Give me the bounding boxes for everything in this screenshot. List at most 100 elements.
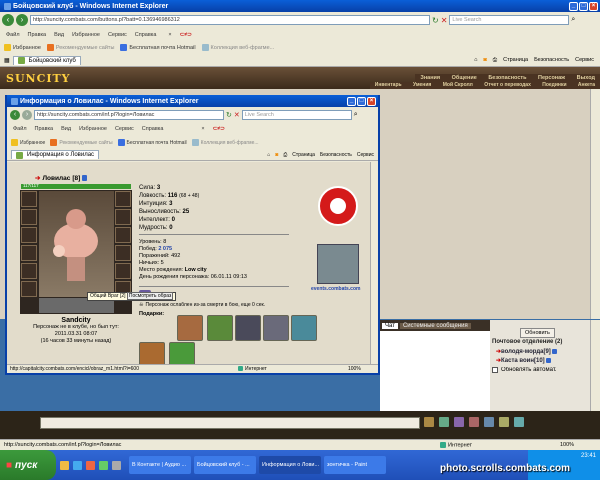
popup-zoom[interactable]: 100%: [348, 366, 378, 372]
popup-cmd-safety[interactable]: Безопасность: [320, 152, 352, 158]
gift-item[interactable]: [177, 315, 203, 341]
nav-profile[interactable]: Анкета: [573, 82, 600, 89]
post-office-title[interactable]: Почтовое отделение (2): [492, 339, 562, 345]
popup-favorites-button[interactable]: Избранное: [20, 139, 45, 145]
user-row[interactable]: ➔ володя-морда [9]: [496, 348, 559, 355]
nav-battles[interactable]: Поединки: [537, 82, 571, 89]
menu-file[interactable]: Файл: [6, 32, 20, 38]
popup-maximize-button[interactable]: □: [357, 96, 366, 106]
popup-close-tab-x-icon[interactable]: ×: [201, 126, 204, 132]
ql-desktop-icon[interactable]: [112, 460, 121, 470]
gift-item[interactable]: [207, 315, 233, 341]
cmd-home-icon[interactable]: ⌂: [474, 57, 477, 63]
link-hotmail[interactable]: Бесплатная почта Hotmail: [129, 45, 195, 51]
start-button[interactable]: ■ пуск: [0, 450, 56, 480]
popup-search-icon[interactable]: ⌕: [354, 111, 358, 119]
back-icon[interactable]: ‹: [2, 14, 14, 26]
slot-amulet[interactable]: [115, 209, 131, 225]
popup-close-button[interactable]: ×: [367, 96, 376, 106]
clock[interactable]: 23:41: [528, 453, 596, 459]
exit-chat-icon[interactable]: [514, 417, 524, 427]
cmd-tools[interactable]: Сервис: [575, 57, 594, 63]
events-badge-icon[interactable]: [317, 244, 359, 284]
user-name[interactable]: володя-морда: [501, 349, 543, 355]
sound-icon[interactable]: [499, 417, 509, 427]
link-webslices[interactable]: Коллекция веб-фрагме...: [211, 45, 275, 51]
popup-forward-icon[interactable]: ›: [22, 110, 32, 120]
stop-icon[interactable]: ✕: [441, 16, 448, 25]
chat-scrollbar[interactable]: [590, 320, 600, 411]
clan-emblem-icon[interactable]: [318, 186, 358, 226]
nav-communication[interactable]: Общение: [447, 74, 482, 82]
gift-item[interactable]: [139, 342, 165, 364]
gift-item[interactable]: [291, 315, 317, 341]
ql-ie-icon[interactable]: [73, 460, 82, 470]
popup-menu-edit[interactable]: Правка: [35, 126, 54, 132]
cmd-page[interactable]: Страница: [503, 57, 528, 63]
tab-system-messages[interactable]: Системные сообщения: [399, 322, 471, 329]
slot-pants[interactable]: [115, 263, 131, 279]
cmd-safety[interactable]: Безопасность: [534, 57, 569, 63]
popup-home-icon[interactable]: ⌂: [267, 152, 270, 158]
popup-minimize-button[interactable]: _: [347, 96, 356, 106]
refresh-icon[interactable]: ↻: [432, 16, 439, 25]
nav-knowledge[interactable]: Знания: [415, 74, 445, 82]
cmd-feed-icon[interactable]: ◙: [483, 57, 486, 63]
task-paint[interactable]: зонтичка - Paint: [324, 456, 386, 474]
forward-icon[interactable]: ›: [16, 14, 28, 26]
nav-exit[interactable]: Выход: [572, 74, 600, 82]
popup-link-hotmail[interactable]: Бесплатная почта Hotmail: [127, 139, 187, 145]
popup-tab[interactable]: Информация о Ловилас: [11, 150, 100, 159]
nav-security[interactable]: Безопасность: [483, 74, 531, 82]
popup-back-icon[interactable]: ‹: [10, 110, 20, 120]
popup-menu-view[interactable]: Вид: [61, 126, 71, 132]
close-tab-x-icon[interactable]: ×: [168, 32, 171, 38]
char-name[interactable]: Ловилас: [42, 175, 70, 182]
tab-fight-club[interactable]: Бойцовский клуб: [12, 55, 81, 65]
ql-folder-icon[interactable]: [60, 460, 69, 470]
chat-area[interactable]: [380, 331, 490, 411]
task-vkontakte[interactable]: В Контакте | Аудио ...: [129, 456, 191, 474]
private-arrow-icon[interactable]: ➔: [35, 174, 40, 182]
favorites-button[interactable]: Избранное: [13, 45, 41, 51]
nav-skills[interactable]: Умения: [408, 82, 436, 89]
ql-icq-icon[interactable]: [99, 460, 108, 470]
info-icon[interactable]: [82, 175, 88, 181]
nav-character[interactable]: Персонаж: [533, 74, 570, 82]
menu-view[interactable]: Вид: [54, 32, 64, 38]
popup-cmd-tools[interactable]: Сервис: [357, 152, 374, 158]
close-button[interactable]: ×: [589, 1, 598, 11]
ql-media-icon[interactable]: [86, 460, 95, 470]
link-recommended[interactable]: Рекомендуемые сайты: [56, 45, 115, 51]
chat-input[interactable]: [40, 417, 420, 429]
gift-item[interactable]: [263, 315, 289, 341]
popup-address-input[interactable]: http://suncity.combats.com/inf.pl?login=…: [34, 110, 224, 120]
char-city[interactable]: Sandcity: [20, 317, 132, 324]
popup-link-recommended[interactable]: Рекомендуемые сайты: [59, 139, 112, 145]
popup-search-input[interactable]: Live Search: [241, 110, 352, 120]
gift-item[interactable]: [169, 342, 195, 364]
slot-weapon-right[interactable]: [115, 245, 131, 261]
clear-icon[interactable]: [454, 417, 464, 427]
nav-transfers[interactable]: Отчет о переводах: [479, 82, 536, 89]
slot-gloves[interactable]: [21, 281, 37, 297]
slot-weapon-left[interactable]: [21, 227, 37, 243]
slot-ring[interactable]: [115, 227, 131, 243]
popup-menu-tools[interactable]: Сервис: [115, 126, 134, 132]
smiley-icon[interactable]: [424, 417, 434, 427]
tab-chat[interactable]: Чат: [382, 322, 398, 329]
slot-armor[interactable]: [21, 245, 37, 261]
minimize-button[interactable]: _: [569, 1, 578, 11]
task-fight-club[interactable]: Бойцовский клуб - ...: [194, 456, 256, 474]
popup-link-webslices[interactable]: Коллекция веб-фрагме...: [201, 139, 259, 145]
info-icon[interactable]: [551, 349, 557, 354]
info-icon[interactable]: [545, 358, 551, 363]
slot-belt[interactable]: [21, 263, 37, 279]
info-value[interactable]: 2 075: [158, 246, 172, 252]
translit-icon[interactable]: [439, 417, 449, 427]
settings-icon[interactable]: [484, 417, 494, 427]
popup-print-icon[interactable]: ⎙: [283, 152, 287, 158]
task-info-window[interactable]: Информация о Лови...: [259, 456, 321, 474]
popup-menu-file[interactable]: Файл: [13, 126, 27, 132]
main-scrollbar[interactable]: [590, 89, 600, 319]
